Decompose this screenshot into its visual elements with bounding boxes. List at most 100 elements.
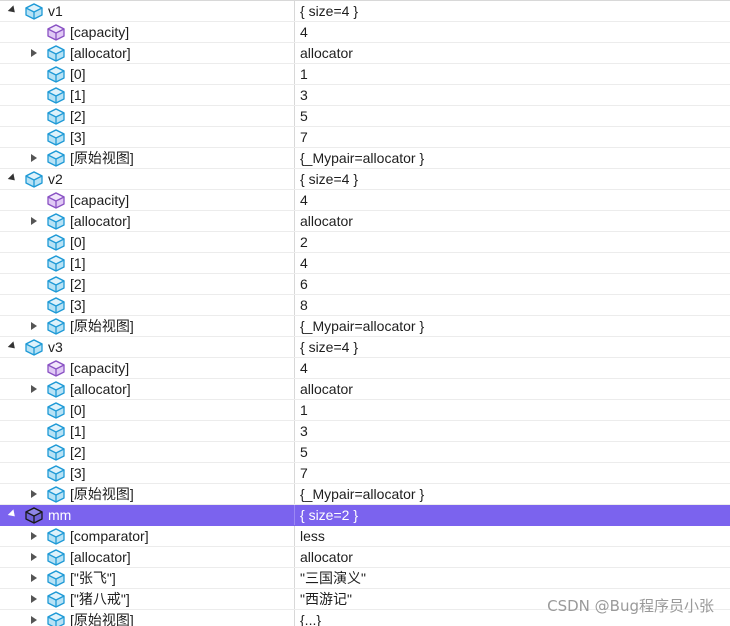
- name-cell: ["猪八戒"]: [0, 589, 295, 609]
- variable-value[interactable]: {_Mypair=allocator }: [300, 316, 424, 336]
- watch-row[interactable]: [3] 7: [0, 127, 730, 148]
- variable-value[interactable]: allocator: [300, 211, 353, 231]
- object-cube-icon: [47, 297, 65, 314]
- variable-value[interactable]: { size=4 }: [300, 1, 358, 21]
- variable-value[interactable]: {_Mypair=allocator }: [300, 484, 424, 504]
- variable-name: v2: [48, 171, 63, 187]
- variable-value[interactable]: 2: [300, 232, 308, 252]
- expand-arrow-icon[interactable]: [28, 610, 40, 626]
- variable-value[interactable]: 4: [300, 358, 308, 378]
- expand-arrow-icon[interactable]: [28, 589, 40, 609]
- variable-name: [2]: [70, 276, 86, 292]
- variable-name: [capacity]: [70, 24, 130, 40]
- object-cube-icon: [47, 381, 65, 398]
- watch-row[interactable]: [原始视图] {_Mypair=allocator }: [0, 148, 730, 169]
- collapse-arrow-icon[interactable]: [6, 169, 18, 189]
- variable-value[interactable]: 4: [300, 190, 308, 210]
- name-cell: [0]: [0, 64, 295, 84]
- watch-row[interactable]: [原始视图] {_Mypair=allocator }: [0, 484, 730, 505]
- watch-row[interactable]: v1 { size=4 }: [0, 1, 730, 22]
- watch-row[interactable]: [0] 2: [0, 232, 730, 253]
- watch-row[interactable]: mm { size=2 }: [0, 505, 730, 526]
- watch-row[interactable]: ["张飞"] "三国演义": [0, 568, 730, 589]
- collapse-arrow-icon[interactable]: [6, 1, 18, 21]
- variable-value[interactable]: { size=4 }: [300, 337, 358, 357]
- watch-row[interactable]: [allocator] allocator: [0, 211, 730, 232]
- variable-value[interactable]: allocator: [300, 43, 353, 63]
- name-cell: [capacity]: [0, 22, 295, 42]
- variable-value[interactable]: allocator: [300, 379, 353, 399]
- expand-arrow-icon[interactable]: [28, 211, 40, 231]
- variable-value[interactable]: 4: [300, 22, 308, 42]
- variable-value[interactable]: allocator: [300, 547, 353, 567]
- watch-row[interactable]: [1] 4: [0, 253, 730, 274]
- name-cell: v2: [0, 169, 295, 189]
- watch-row[interactable]: [comparator] less: [0, 526, 730, 547]
- variable-value[interactable]: 4: [300, 253, 308, 273]
- watch-row[interactable]: [1] 3: [0, 421, 730, 442]
- watch-row[interactable]: [allocator] allocator: [0, 379, 730, 400]
- collapse-arrow-icon[interactable]: [6, 505, 18, 525]
- variable-value[interactable]: 7: [300, 127, 308, 147]
- collapse-arrow-icon[interactable]: [6, 337, 18, 357]
- watch-row[interactable]: [allocator] allocator: [0, 43, 730, 64]
- name-cell: [0]: [0, 400, 295, 420]
- variable-value[interactable]: 5: [300, 442, 308, 462]
- variable-name: [0]: [70, 66, 86, 82]
- field-cube-icon: [47, 360, 65, 377]
- expand-arrow-icon[interactable]: [28, 568, 40, 588]
- watch-row[interactable]: [原始视图] {_Mypair=allocator }: [0, 316, 730, 337]
- watch-row[interactable]: [2] 5: [0, 106, 730, 127]
- variable-name: [allocator]: [70, 213, 131, 229]
- variable-value[interactable]: 5: [300, 106, 308, 126]
- variable-name: [原始视图]: [70, 486, 134, 502]
- variable-value[interactable]: {_Mypair=allocator }: [300, 148, 424, 168]
- name-cell: [2]: [0, 442, 295, 462]
- watch-row[interactable]: [1] 3: [0, 85, 730, 106]
- name-cell: [原始视图]: [0, 610, 295, 626]
- variable-name: [0]: [70, 402, 86, 418]
- watch-row[interactable]: [2] 6: [0, 274, 730, 295]
- variable-value[interactable]: 1: [300, 64, 308, 84]
- expand-arrow-icon[interactable]: [28, 526, 40, 546]
- object-cube-icon: [47, 444, 65, 461]
- watch-row[interactable]: v2 { size=4 }: [0, 169, 730, 190]
- watch-row[interactable]: [3] 7: [0, 463, 730, 484]
- variable-value[interactable]: { size=2 }: [300, 505, 358, 525]
- variable-value[interactable]: "三国演义": [300, 568, 366, 588]
- watch-row[interactable]: v3 { size=4 }: [0, 337, 730, 358]
- object-cube-icon: [47, 570, 65, 587]
- watch-row[interactable]: [allocator] allocator: [0, 547, 730, 568]
- variable-name: [allocator]: [70, 45, 131, 61]
- variable-value[interactable]: 8: [300, 295, 308, 315]
- watch-row[interactable]: [3] 8: [0, 295, 730, 316]
- variable-value[interactable]: less: [300, 526, 325, 546]
- watermark: CSDN @Bug程序员小张: [547, 597, 714, 615]
- variable-name: [0]: [70, 234, 86, 250]
- watch-row[interactable]: [capacity] 4: [0, 190, 730, 211]
- expand-arrow-icon[interactable]: [28, 148, 40, 168]
- variable-value[interactable]: {...}: [300, 610, 321, 626]
- watch-row[interactable]: [0] 1: [0, 400, 730, 421]
- variable-value[interactable]: 7: [300, 463, 308, 483]
- variable-name: [capacity]: [70, 360, 130, 376]
- expand-arrow-icon[interactable]: [28, 43, 40, 63]
- watch-row[interactable]: [capacity] 4: [0, 358, 730, 379]
- variable-value[interactable]: 3: [300, 421, 308, 441]
- watch-row[interactable]: [2] 5: [0, 442, 730, 463]
- expand-arrow-icon[interactable]: [28, 547, 40, 567]
- variable-value[interactable]: "西游记": [300, 589, 352, 609]
- variable-value[interactable]: { size=4 }: [300, 169, 358, 189]
- expand-arrow-icon[interactable]: [28, 316, 40, 336]
- name-cell: [capacity]: [0, 190, 295, 210]
- watch-row[interactable]: [capacity] 4: [0, 22, 730, 43]
- expand-arrow-icon[interactable]: [28, 379, 40, 399]
- variable-value[interactable]: 6: [300, 274, 308, 294]
- variable-name: [1]: [70, 423, 86, 439]
- watch-row[interactable]: [0] 1: [0, 64, 730, 85]
- expand-arrow-icon[interactable]: [28, 484, 40, 504]
- object-cube-icon: [47, 66, 65, 83]
- variable-value[interactable]: 1: [300, 400, 308, 420]
- variable-value[interactable]: 3: [300, 85, 308, 105]
- object-cube-icon: [25, 507, 43, 524]
